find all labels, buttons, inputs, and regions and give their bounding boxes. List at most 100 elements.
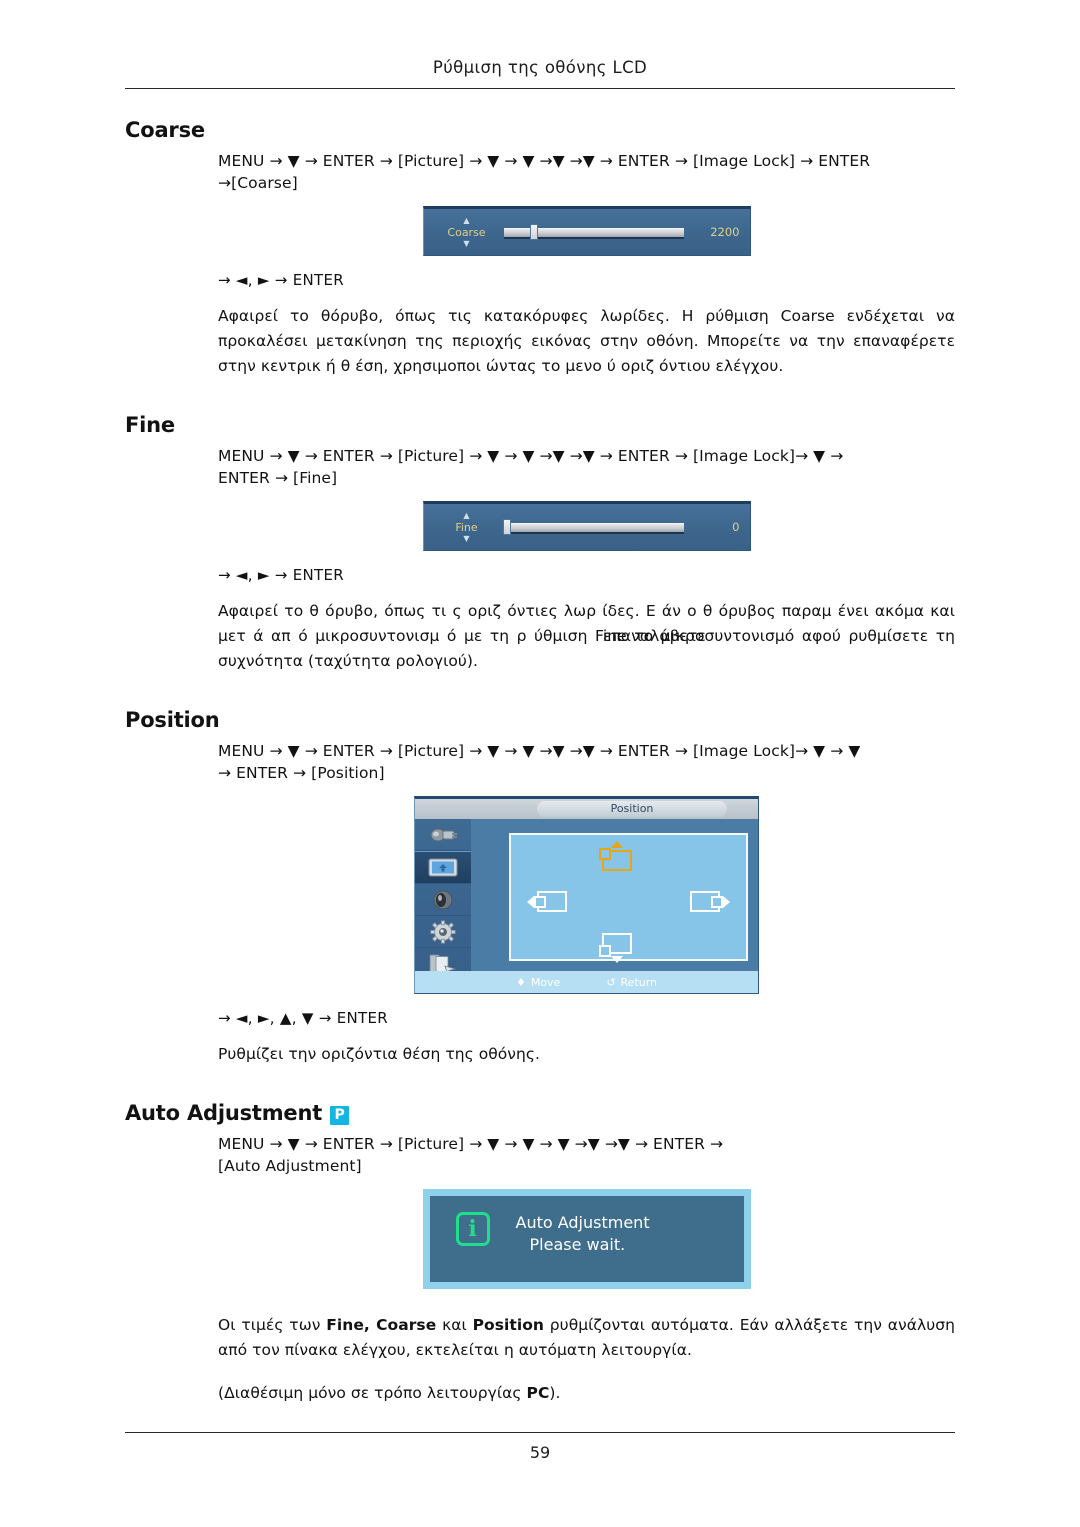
coarse-osd-label-column: ▲ Coarse ▼ — [434, 216, 500, 248]
auto-desc2-bold: PC — [526, 1384, 550, 1402]
page-header: Ρύθμιση της οθόνης LCD — [0, 58, 1080, 77]
position-down-box — [599, 933, 632, 957]
auto-adjustment-osd-text: Auto Adjustment Please wait. — [516, 1212, 650, 1256]
fine-osd-wrapper: ▲ Fine ▼ 0 — [218, 501, 955, 551]
fine-slider-thumb[interactable] — [502, 519, 511, 535]
coarse-key-line: → ◄, ► → ENTER — [218, 271, 345, 289]
position-down-control[interactable] — [599, 933, 632, 963]
down-caret-icon: ▼ — [463, 533, 470, 543]
section-title-auto-adjustment-label: Auto Adjustment — [125, 1101, 323, 1125]
sound-icon — [433, 890, 453, 909]
position-block: MENU → ▼ → ENTER → [Picture] → ▼ → ▼ →▼ … — [218, 740, 955, 1067]
position-up-inner — [599, 848, 611, 860]
header-title: Ρύθμιση της οθόνης LCD — [432, 58, 648, 77]
section-title-fine-label: Fine — [125, 413, 175, 437]
coarse-menu-path: MENU → ▼ → ENTER → [Picture] → ▼ → ▼ →▼ … — [218, 150, 955, 194]
section-title-auto-adjustment: Auto Adjustment P — [125, 1101, 955, 1125]
auto-adjustment-block: MENU → ▼ → ENTER → [Picture] → ▼ → ▼ → ▼… — [218, 1133, 955, 1406]
coarse-osd-value: 2200 — [710, 225, 740, 239]
footer-move-item: ♦ Move — [516, 976, 560, 989]
position-right-inner — [711, 896, 723, 908]
position-right-control[interactable] — [690, 891, 730, 912]
input-source-icon — [430, 828, 457, 841]
fine-menu-path-line2: ENTER → [Fine] — [218, 469, 338, 487]
auto-adjustment-menu-path-line1: MENU → ▼ → ENTER → [Picture] → ▼ → ▼ → ▼… — [218, 1135, 724, 1153]
auto-adjustment-osd-dialog: i Auto Adjustment Please wait. — [422, 1189, 751, 1289]
footer-return-label: Return — [620, 975, 658, 989]
position-osd-footer: ♦ Move ↺ Return — [415, 971, 758, 993]
spacer-between-auto-paras — [218, 1371, 955, 1381]
coarse-osd-slider-dialog: ▲ Coarse ▼ 2200 — [422, 206, 751, 256]
coarse-menu-path-line1: MENU → ▼ → ENTER → [Picture] → ▼ → ▼ →▼ … — [218, 152, 871, 170]
position-osd-title: Position — [537, 801, 727, 817]
sidebar-item-input-source[interactable] — [415, 819, 471, 851]
auto-desc-pre: Οι τιμές των — [218, 1316, 327, 1334]
fine-menu-path: MENU → ▼ → ENTER → [Picture] → ▼ → ▼ →▼ … — [218, 445, 955, 489]
spacer-before-auto-text — [218, 1299, 955, 1313]
position-osd-wrapper: Position ♦ Move ↺ Return — [218, 796, 955, 994]
sidebar-item-sound[interactable] — [415, 884, 471, 916]
section-title-coarse: Coarse — [125, 118, 955, 142]
footer-divider — [125, 1432, 955, 1433]
section-title-coarse-label: Coarse — [125, 118, 205, 142]
fine-slider-track[interactable] — [503, 523, 684, 534]
return-arrow-icon: ↺ — [606, 975, 616, 989]
sidebar-item-setup[interactable] — [415, 916, 471, 948]
coarse-description: Αφαιρεί το θόρυβο, όπως τις κατακόρυφες … — [218, 307, 955, 375]
auto-adjustment-osd-inner: i Auto Adjustment Please wait. — [429, 1196, 744, 1282]
section-title-fine: Fine — [125, 413, 955, 437]
position-menu-path-line1: MENU → ▼ → ENTER → [Picture] → ▼ → ▼ →▼ … — [218, 742, 861, 760]
footer-move-label: Move — [530, 975, 561, 989]
spacer-after-coarse — [125, 387, 955, 413]
header-divider — [125, 88, 955, 89]
page-number: 59 — [529, 1443, 551, 1462]
fine-overlap-top: επαναλάβετε — [603, 627, 706, 645]
auto-desc-bold-2: Position — [472, 1316, 544, 1334]
fine-osd-value: 0 — [732, 520, 740, 534]
fine-key-line: → ◄, ► → ENTER — [218, 566, 345, 584]
page-content: Coarse MENU → ▼ → ENTER → [Picture] → ▼ … — [125, 118, 955, 1414]
spacer-after-position — [125, 1075, 955, 1101]
arrow-up-icon — [611, 841, 623, 848]
position-osd-panel: Position ♦ Move ↺ Return — [414, 796, 759, 994]
up-caret-icon: ▲ — [463, 510, 470, 520]
auto-adjustment-osd-wrapper: i Auto Adjustment Please wait. — [218, 1189, 955, 1289]
arrow-right-icon — [723, 895, 730, 908]
auto-desc-bold-1: Fine, Coarse — [326, 1316, 437, 1334]
position-osd-stage — [471, 819, 758, 971]
fine-block: MENU → ▼ → ENTER → [Picture] → ▼ → ▼ →▼ … — [218, 445, 955, 674]
fine-osd-label: Fine — [455, 520, 478, 534]
arrow-left-icon — [527, 895, 534, 908]
position-osd-sidebar — [415, 819, 472, 980]
fine-slider-track-holder[interactable] — [502, 519, 684, 535]
setup-gear-icon — [430, 919, 456, 944]
info-icon: i — [455, 1212, 490, 1246]
position-up-control[interactable] — [599, 841, 632, 871]
pc-mode-badge-icon: P — [330, 1105, 350, 1125]
auto-adjustment-menu-path-line2: [Auto Adjustment] — [218, 1157, 362, 1175]
document-page: Ρύθμιση της οθόνης LCD Coarse MENU → ▼ →… — [0, 0, 1080, 1527]
spacer-after-fine — [125, 682, 955, 708]
position-left-inner — [534, 896, 546, 908]
position-left-box — [534, 891, 567, 912]
fine-osd-label-column: ▲ Fine ▼ — [434, 510, 500, 543]
move-diamond-icon: ♦ — [515, 975, 526, 989]
sidebar-item-picture[interactable] — [415, 851, 471, 884]
fine-overlapped-text: Fine επαναλάβετε — [595, 624, 706, 649]
position-down-inner — [599, 945, 611, 957]
position-adjust-area[interactable] — [509, 833, 748, 963]
position-description: Ρυθμίζει την οριζόντια θέση της οθόνης. — [218, 1045, 541, 1063]
fine-menu-path-line1: MENU → ▼ → ENTER → [Picture] → ▼ → ▼ →▼ … — [218, 447, 844, 465]
auto-desc2-post: ). — [549, 1384, 561, 1402]
position-left-control[interactable] — [527, 891, 567, 912]
coarse-osd-wrapper: ▲ Coarse ▼ 2200 — [218, 206, 955, 256]
coarse-slider-track-holder[interactable] — [503, 224, 684, 240]
coarse-osd-label: Coarse — [447, 225, 486, 239]
arrow-down-icon — [611, 956, 623, 963]
fine-description: Αφαιρεί το θ όρυβο, όπως τι ς οριζ όντιε… — [218, 599, 955, 674]
auto-desc-mid: και — [436, 1316, 473, 1334]
coarse-slider-thumb[interactable] — [530, 224, 539, 240]
coarse-menu-path-line2: →[Coarse] — [218, 174, 298, 192]
auto-adjustment-description-1: Οι τιμές των Fine, Coarse και Position ρ… — [218, 1313, 955, 1363]
coarse-block: MENU → ▼ → ENTER → [Picture] → ▼ → ▼ →▼ … — [218, 150, 955, 379]
